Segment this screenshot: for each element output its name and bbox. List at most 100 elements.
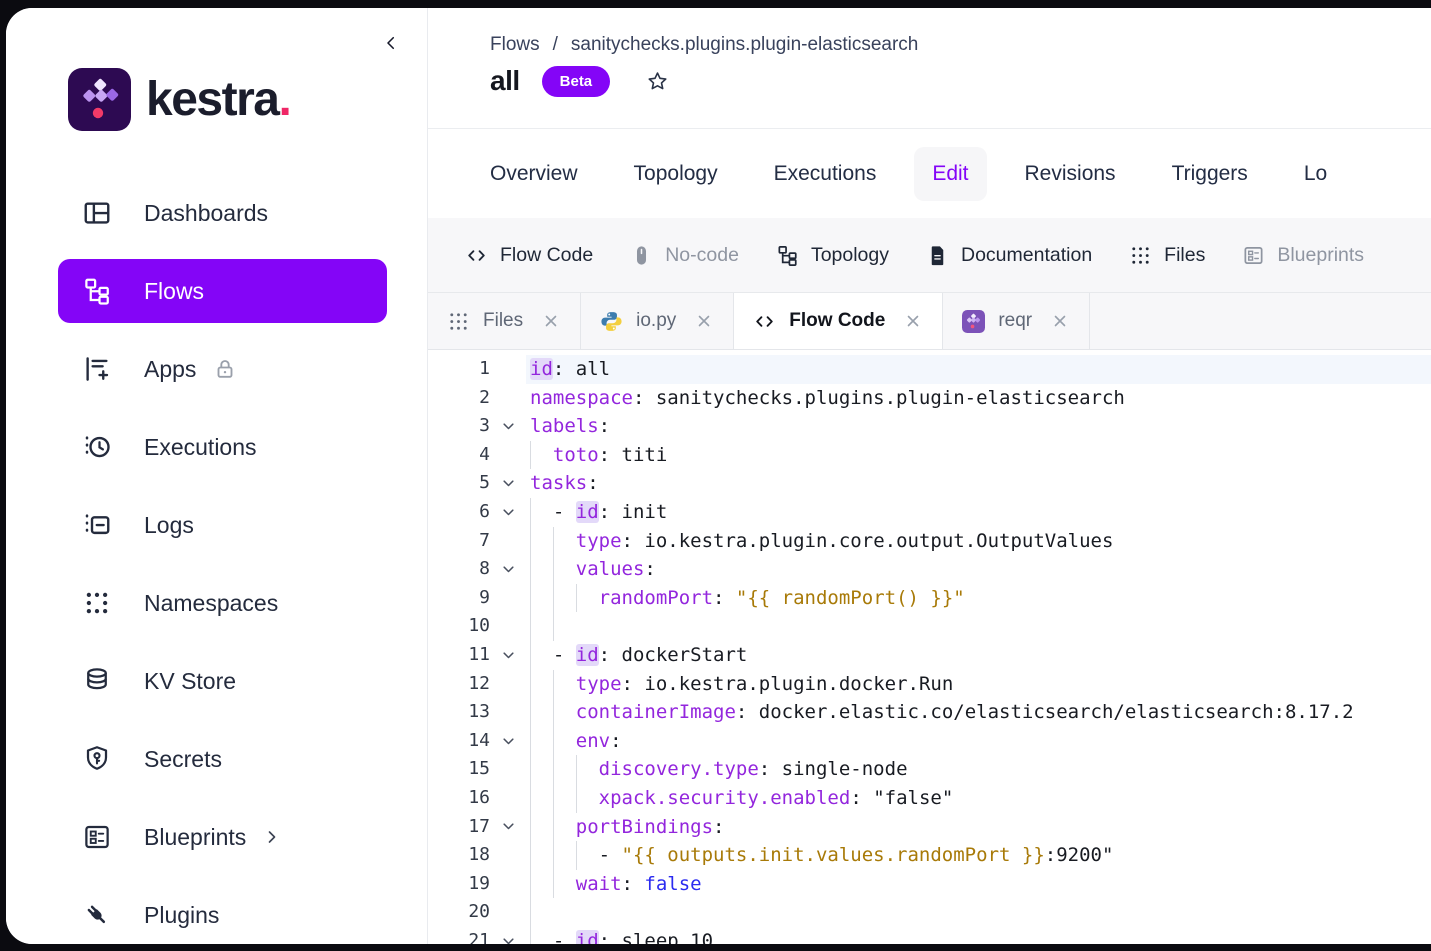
code-token: : dockerStart bbox=[599, 644, 748, 666]
sidebar-item-flows[interactable]: Flows bbox=[58, 259, 387, 323]
code-text[interactable]: wait: false bbox=[526, 870, 1431, 899]
toolbar-files[interactable]: Files bbox=[1129, 244, 1205, 267]
indent-guide bbox=[553, 584, 554, 613]
code-line[interactable]: 21 - id: sleep_10 bbox=[428, 927, 1431, 944]
code-text[interactable]: labels: bbox=[526, 412, 1431, 441]
code-line[interactable]: 9 randomPort: "{{ randomPort() }}" bbox=[428, 584, 1431, 613]
indent-guide bbox=[530, 927, 531, 944]
sidebar-item-apps[interactable]: Apps bbox=[58, 337, 387, 401]
code-line[interactable]: 5tasks: bbox=[428, 469, 1431, 498]
close-icon[interactable] bbox=[694, 311, 714, 331]
code-line[interactable]: 2namespace: sanitychecks.plugins.plugin-… bbox=[428, 384, 1431, 413]
code-text[interactable]: type: io.kestra.plugin.docker.Run bbox=[526, 670, 1431, 699]
code-line[interactable]: 3labels: bbox=[428, 412, 1431, 441]
close-icon[interactable] bbox=[541, 311, 561, 331]
code-line[interactable]: 17 portBindings: bbox=[428, 813, 1431, 842]
sidebar-item-kv-store[interactable]: KV Store bbox=[58, 649, 387, 713]
code-line[interactable]: 11 - id: dockerStart bbox=[428, 641, 1431, 670]
code-line[interactable]: 18 - "{{ outputs.init.values.randomPort … bbox=[428, 841, 1431, 870]
code-line[interactable]: 6 - id: init bbox=[428, 498, 1431, 527]
close-icon[interactable] bbox=[1050, 311, 1070, 331]
code-text[interactable]: - id: sleep_10 bbox=[526, 927, 1431, 944]
code-line[interactable]: 19 wait: false bbox=[428, 870, 1431, 899]
sidebar-item-plugins[interactable]: Plugins bbox=[58, 883, 387, 944]
fold-chevron-icon[interactable] bbox=[490, 813, 526, 842]
breadcrumb-flows-link[interactable]: Flows bbox=[490, 34, 540, 56]
code-line[interactable]: 8 values: bbox=[428, 555, 1431, 584]
tab-triggers[interactable]: Triggers bbox=[1154, 147, 1266, 201]
sidebar-item-blueprints[interactable]: Blueprints bbox=[58, 805, 387, 869]
close-icon[interactable] bbox=[903, 311, 923, 331]
code-line[interactable]: 14 env: bbox=[428, 727, 1431, 756]
code-text[interactable]: values: bbox=[526, 555, 1431, 584]
toolbar-blueprints[interactable]: Blueprints bbox=[1242, 244, 1364, 267]
editor-tab-io-py[interactable]: io.py bbox=[581, 293, 734, 349]
tab-edit[interactable]: Edit bbox=[914, 147, 986, 201]
logo[interactable]: kestra. bbox=[68, 68, 427, 131]
tab-executions[interactable]: Executions bbox=[756, 147, 895, 201]
code-line[interactable]: 7 type: io.kestra.plugin.core.output.Out… bbox=[428, 527, 1431, 556]
code-line[interactable]: 4 toto: titi bbox=[428, 441, 1431, 470]
breadcrumb-namespace-link[interactable]: sanitychecks.plugins.plugin-elasticsearc… bbox=[571, 34, 918, 56]
code-token: : "false" bbox=[850, 787, 953, 809]
code-text[interactable]: randomPort: "{{ randomPort() }}" bbox=[526, 584, 1431, 613]
code-text[interactable]: toto: titi bbox=[526, 441, 1431, 470]
code-text[interactable]: xpack.security.enabled: "false" bbox=[526, 784, 1431, 813]
fold-chevron-icon[interactable] bbox=[490, 555, 526, 584]
editor-tab-flow-code[interactable]: Flow Code bbox=[734, 293, 943, 349]
code-token: tasks bbox=[530, 472, 587, 494]
sidebar-item-logs[interactable]: Logs bbox=[58, 493, 387, 557]
editor-tab-reqr[interactable]: reqr bbox=[943, 293, 1090, 349]
toolbar-documentation[interactable]: Documentation bbox=[926, 244, 1092, 267]
code-line[interactable]: 12 type: io.kestra.plugin.docker.Run bbox=[428, 670, 1431, 699]
code-text[interactable]: namespace: sanitychecks.plugins.plugin-e… bbox=[526, 384, 1431, 413]
fold-chevron-icon[interactable] bbox=[490, 641, 526, 670]
indent-guide bbox=[530, 841, 531, 870]
indent-guide bbox=[553, 784, 554, 813]
code-text[interactable]: type: io.kestra.plugin.core.output.Outpu… bbox=[526, 527, 1431, 556]
code-text[interactable]: - id: init bbox=[526, 498, 1431, 527]
fold-chevron-icon[interactable] bbox=[490, 727, 526, 756]
code-text[interactable]: id: all bbox=[526, 355, 1431, 384]
sidebar-item-dashboards[interactable]: Dashboards bbox=[58, 181, 387, 245]
code-text[interactable]: discovery.type: single-node bbox=[526, 755, 1431, 784]
tab-lo[interactable]: Lo bbox=[1286, 147, 1345, 201]
toolbar-topology[interactable]: Topology bbox=[776, 244, 889, 267]
code-text[interactable]: - "{{ outputs.init.values.randomPort }}:… bbox=[526, 841, 1431, 870]
python-icon bbox=[600, 310, 623, 333]
code-text[interactable] bbox=[526, 612, 1431, 641]
star-icon[interactable] bbox=[646, 70, 669, 93]
sidebar-collapse-button[interactable] bbox=[381, 33, 401, 53]
code-line[interactable]: 13 containerImage: docker.elastic.co/ela… bbox=[428, 698, 1431, 727]
indent-guide bbox=[530, 813, 531, 842]
code-line[interactable]: 1id: all bbox=[428, 355, 1431, 384]
code-text[interactable]: env: bbox=[526, 727, 1431, 756]
tab-revisions[interactable]: Revisions bbox=[1007, 147, 1134, 201]
indent-guide bbox=[553, 670, 554, 699]
code-text[interactable]: portBindings: bbox=[526, 813, 1431, 842]
toolbar-no-code[interactable]: No-code bbox=[630, 244, 739, 267]
code-text[interactable]: containerImage: docker.elastic.co/elasti… bbox=[526, 698, 1431, 727]
code-text[interactable]: tasks: bbox=[526, 469, 1431, 498]
sidebar-item-executions[interactable]: Executions bbox=[58, 415, 387, 479]
code-line[interactable]: 10 bbox=[428, 612, 1431, 641]
fold-chevron-icon[interactable] bbox=[490, 469, 526, 498]
code-line[interactable]: 16 xpack.security.enabled: "false" bbox=[428, 784, 1431, 813]
code-token: : all bbox=[553, 358, 610, 380]
fold-chevron-icon[interactable] bbox=[490, 927, 526, 944]
code-editor[interactable]: 1id: all2namespace: sanitychecks.plugins… bbox=[428, 350, 1431, 944]
editor-tab-files[interactable]: Files bbox=[428, 293, 581, 349]
code-line[interactable]: 15 discovery.type: single-node bbox=[428, 755, 1431, 784]
tab-overview[interactable]: Overview bbox=[472, 147, 596, 201]
code-text[interactable]: - id: dockerStart bbox=[526, 641, 1431, 670]
fold-spacer bbox=[490, 841, 526, 870]
sidebar-item-secrets[interactable]: Secrets bbox=[58, 727, 387, 791]
fold-chevron-icon[interactable] bbox=[490, 498, 526, 527]
fold-chevron-icon[interactable] bbox=[490, 412, 526, 441]
code-line[interactable]: 20 bbox=[428, 898, 1431, 927]
sidebar-item-namespaces[interactable]: Namespaces bbox=[58, 571, 387, 635]
code-text[interactable] bbox=[526, 898, 1431, 927]
tab-topology[interactable]: Topology bbox=[616, 147, 736, 201]
toolbar-flow-code[interactable]: Flow Code bbox=[465, 244, 593, 267]
code-token: : single-node bbox=[759, 758, 908, 780]
